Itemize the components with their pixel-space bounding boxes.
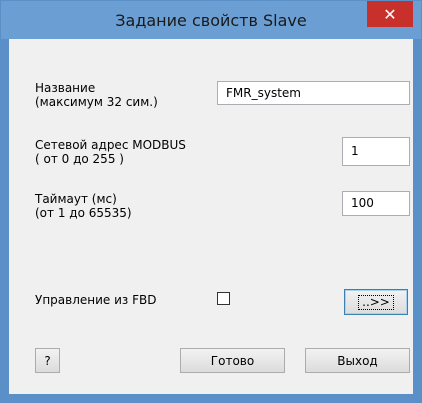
name-field[interactable]: FMR_system [217,81,410,105]
done-button-label: Готово [210,353,255,368]
window-title: Задание свойств Slave [115,11,307,30]
address-label: Сетевой адрес MODBUS ( от 0 до 255 ) [35,138,186,166]
done-button[interactable]: Готово [180,348,285,373]
timeout-label: Таймаут (мс) (от 1 до 65535) [35,192,132,220]
close-icon: ✕ [383,4,397,24]
close-button[interactable]: ✕ [367,1,413,27]
dialog-body: Название (максимум 32 сим.) FMR_system С… [9,39,413,394]
exit-button-label: Выход [337,353,378,368]
name-label: Название (максимум 32 сим.) [35,81,158,109]
more-button[interactable]: ..>> [344,289,408,315]
fbd-control-checkbox[interactable] [217,292,230,305]
help-button-label: ? [44,353,51,368]
timeout-field[interactable]: 100 [342,191,410,216]
exit-button[interactable]: Выход [305,348,410,373]
address-field[interactable]: 1 [342,137,410,166]
fbd-control-label: Управление из FBD [35,293,157,307]
more-button-label: ..>> [358,294,394,310]
title-bar[interactable]: Задание свойств Slave [1,1,421,39]
help-button[interactable]: ? [35,348,60,373]
dialog-window: Задание свойств Slave ✕ Название (максим… [0,0,422,403]
